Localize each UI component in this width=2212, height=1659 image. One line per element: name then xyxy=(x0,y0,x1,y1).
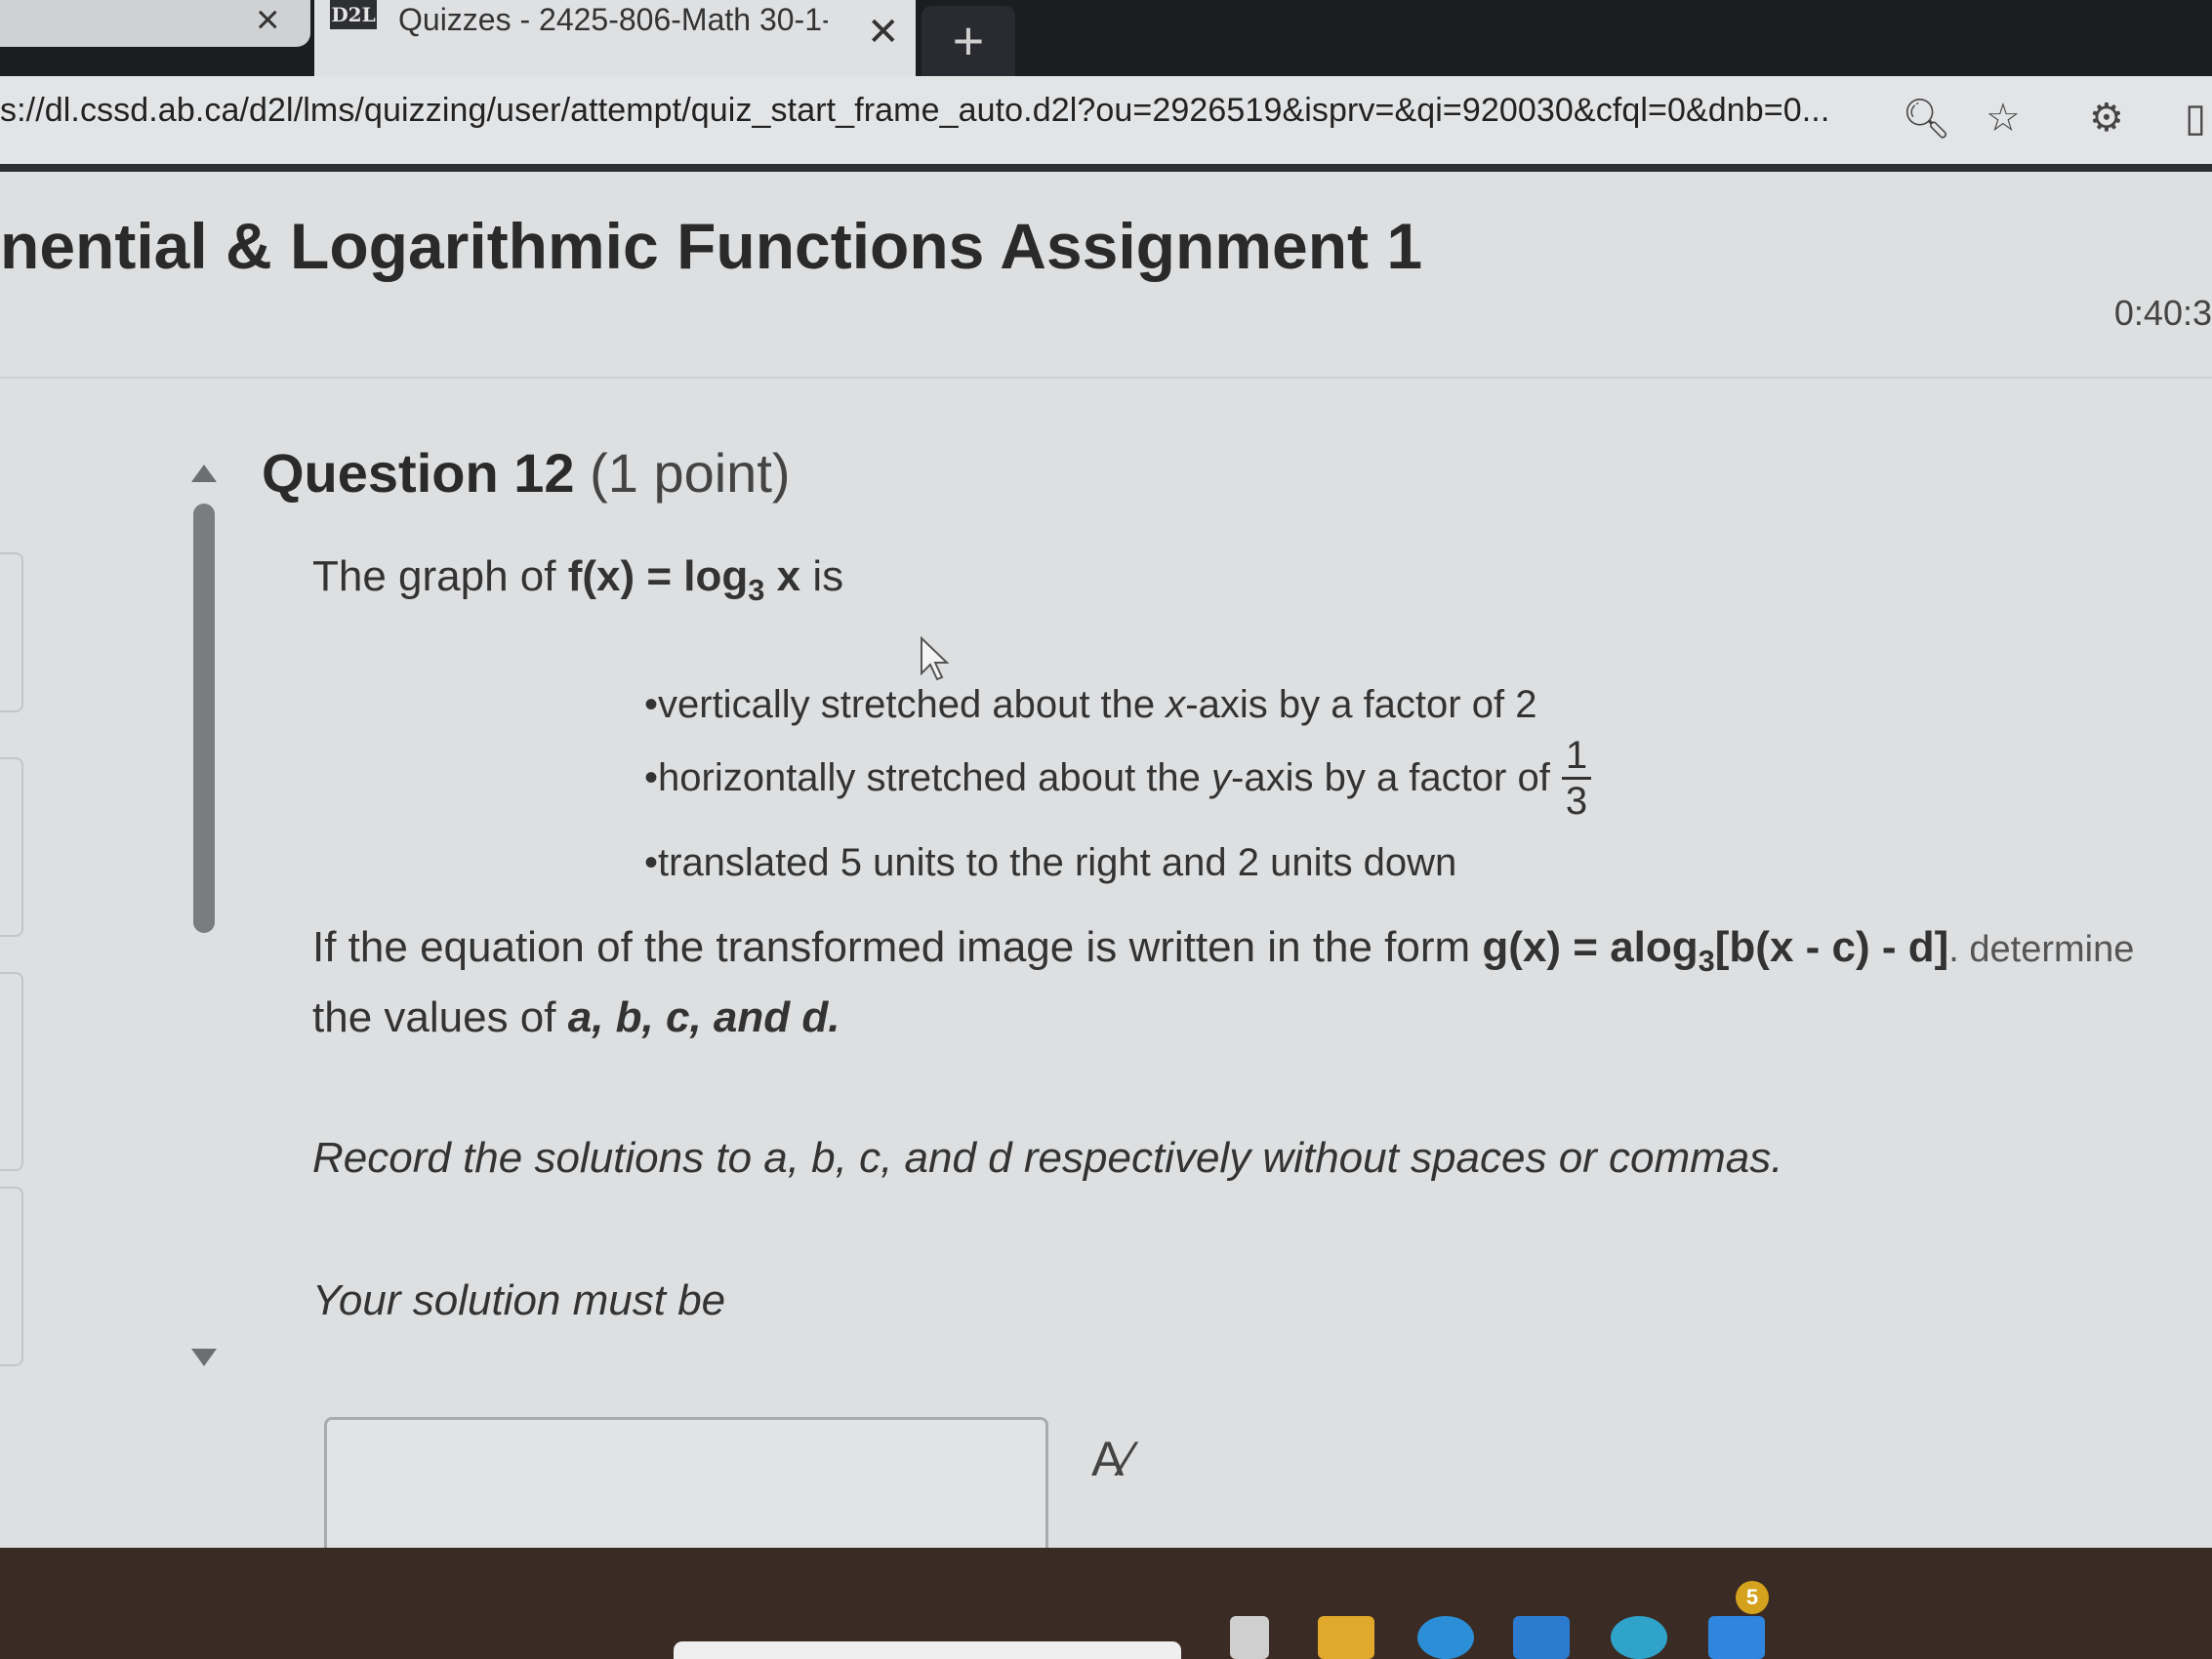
values-text: the values of a, b, c, and d. xyxy=(312,993,840,1041)
transformation-bullet: •horizontally stretched about the y-axis… xyxy=(644,734,1592,823)
url-field[interactable]: s://dl.cssd.ab.ca/d2l/lms/quizzing/user/… xyxy=(0,92,1829,130)
file-explorer-icon[interactable] xyxy=(1318,1616,1374,1659)
scroll-down-arrow-icon[interactable] xyxy=(191,1349,217,1366)
transformation-bullet: •translated 5 units to the right and 2 u… xyxy=(644,841,1457,884)
title-divider xyxy=(0,377,2212,379)
edge-dev-icon[interactable] xyxy=(1611,1616,1667,1659)
browser-tab-bar: × D2L Quizzes - 2425-806-Math 30-1-A ✕ + xyxy=(0,0,2212,76)
scrollbar-thumb[interactable] xyxy=(193,504,215,933)
question-number: Question 12 xyxy=(262,442,575,504)
fraction: 13 xyxy=(1561,734,1592,823)
os-taskbar: 5 xyxy=(0,1548,2212,1659)
answer-input[interactable] xyxy=(324,1417,1048,1561)
instruction-text: Record the solutions to a, b, c, and d r… xyxy=(312,1134,1783,1182)
solution-note: Your solution must be xyxy=(312,1276,726,1324)
left-rail-tab[interactable] xyxy=(0,1187,23,1366)
mail-icon[interactable] xyxy=(1708,1616,1765,1659)
zoom-icon[interactable]: 🔍︎ xyxy=(1902,96,1951,142)
edge-icon[interactable] xyxy=(1417,1616,1474,1659)
question-heading: Question 12 (1 point) xyxy=(262,441,791,505)
tab-title: Quizzes - 2425-806-Math 30-1-A xyxy=(398,2,828,37)
star-icon[interactable]: ☆ xyxy=(1986,96,2021,141)
extensions-icon[interactable]: ⚙ xyxy=(2089,96,2124,141)
left-rail-tab[interactable] xyxy=(0,757,23,937)
new-tab-button[interactable]: + xyxy=(922,6,1015,76)
toolbar-divider xyxy=(0,164,2212,172)
spellcheck-icon[interactable]: A⁄ xyxy=(1091,1431,1132,1487)
outlook-icon[interactable] xyxy=(1513,1616,1570,1659)
function-expression: f(x) = log3 x xyxy=(567,552,801,607)
taskbar-search-pill[interactable] xyxy=(674,1641,1181,1659)
page-title: nential & Logarithmic Functions Assignme… xyxy=(0,210,1423,282)
left-rail-tab[interactable] xyxy=(0,552,23,712)
quiz-timer: 0:40:3 xyxy=(2113,293,2212,333)
equation-form: g(x) = alog3[b(x - c) - d] xyxy=(1482,923,1949,978)
question-intro: The graph of f(x) = log3 x is xyxy=(312,552,844,607)
previous-tab[interactable]: × xyxy=(0,0,310,47)
equation-form-text: If the equation of the transformed image… xyxy=(312,923,2135,978)
mouse-cursor-icon xyxy=(921,636,950,681)
scroll-up-arrow-icon[interactable] xyxy=(191,465,217,482)
d2l-favicon-icon: D2L xyxy=(330,0,377,29)
quiz-page: nential & Logarithmic Functions Assignme… xyxy=(0,172,2212,1561)
left-rail-tab[interactable] xyxy=(0,972,23,1171)
transformation-bullet: •vertically stretched about the x-axis b… xyxy=(644,683,1537,726)
notification-badge: 5 xyxy=(1736,1581,1769,1614)
tab-quizzes[interactable]: D2L Quizzes - 2425-806-Math 30-1-A ✕ xyxy=(314,0,916,76)
tab-close-icon[interactable]: ✕ xyxy=(867,10,900,55)
question-points: (1 point) xyxy=(590,442,791,504)
app-icon[interactable] xyxy=(1230,1616,1269,1659)
favorites-icon[interactable]: ▯ xyxy=(2185,96,2206,141)
close-icon[interactable]: × xyxy=(256,0,280,43)
address-bar: s://dl.cssd.ab.ca/d2l/lms/quizzing/user/… xyxy=(0,76,2212,166)
